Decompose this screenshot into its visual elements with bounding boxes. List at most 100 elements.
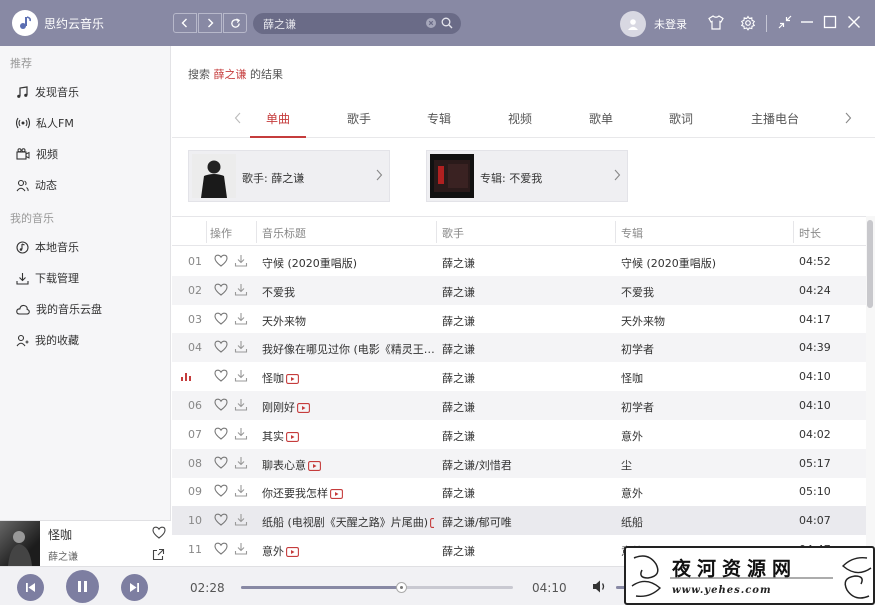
forward-button[interactable]: [198, 13, 222, 33]
like-heart-icon[interactable]: [214, 398, 228, 414]
like-heart-icon[interactable]: [214, 542, 228, 558]
mv-icon[interactable]: [286, 547, 299, 557]
table-row[interactable]: 01 守候 (2020重唱版) 薛之谦 守候 (2020重唱版) 04:52: [172, 247, 866, 276]
header-duration[interactable]: 时长: [799, 225, 821, 241]
now-playing-title[interactable]: 怪咖: [48, 526, 72, 543]
search-input[interactable]: [263, 15, 413, 32]
like-heart-icon[interactable]: [214, 283, 228, 299]
song-artist[interactable]: 薛之谦: [442, 485, 612, 501]
song-artist[interactable]: 薛之谦: [442, 370, 612, 386]
pause-button[interactable]: [66, 570, 99, 603]
song-artist[interactable]: 薛之谦/刘惜君: [442, 457, 612, 473]
song-artist[interactable]: 薛之谦: [442, 399, 612, 415]
song-album[interactable]: 天外来物: [621, 313, 791, 329]
minimize-icon[interactable]: [800, 15, 814, 32]
mv-icon[interactable]: [308, 460, 321, 471]
song-album[interactable]: 尘: [621, 457, 791, 473]
tab-albums[interactable]: 专辑: [409, 110, 469, 127]
download-icon[interactable]: [234, 484, 248, 500]
song-title-cell[interactable]: 天外来物: [262, 313, 434, 329]
mv-icon[interactable]: [330, 489, 343, 500]
tabs-next-chevron-icon[interactable]: [844, 112, 852, 127]
song-artist[interactable]: 薛之谦: [442, 284, 612, 300]
song-title-cell[interactable]: 守候 (2020重唱版): [262, 255, 434, 271]
next-button[interactable]: [121, 574, 148, 601]
sidebar-item-downloads[interactable]: 下载管理: [16, 270, 79, 286]
header-artist[interactable]: 歌手: [442, 225, 464, 241]
tab-artists[interactable]: 歌手: [329, 110, 389, 127]
download-icon[interactable]: [234, 456, 248, 472]
avatar[interactable]: [620, 11, 646, 37]
song-album[interactable]: 意外: [621, 485, 791, 501]
table-row[interactable]: 怪咖 薛之谦 怪咖 04:10: [172, 362, 866, 391]
search-icon[interactable]: [441, 17, 453, 32]
mv-icon[interactable]: [286, 431, 299, 442]
album-card[interactable]: 专辑: 不爱我: [426, 150, 628, 202]
download-icon[interactable]: [234, 312, 248, 328]
clear-search-icon[interactable]: [426, 18, 436, 31]
like-heart-icon[interactable]: [214, 254, 228, 270]
like-heart-icon[interactable]: [214, 312, 228, 328]
sidebar-item-cloud[interactable]: 我的音乐云盘: [16, 301, 102, 317]
mv-icon[interactable]: [286, 374, 299, 385]
table-row[interactable]: 04 我好像在哪见过你 (电影《精灵王… 薛之谦 初学者 04:39: [172, 333, 866, 363]
now-playing-cover[interactable]: [0, 521, 40, 566]
sidebar-item-fm[interactable]: 私人FM: [16, 115, 74, 131]
like-heart-icon[interactable]: [214, 369, 228, 385]
song-title-cell[interactable]: 刚刚好: [262, 399, 434, 415]
header-album[interactable]: 专辑: [621, 225, 643, 241]
tab-songs[interactable]: 单曲: [248, 110, 308, 127]
table-row[interactable]: 06 刚刚好 薛之谦 初学者 04:10: [172, 391, 866, 420]
song-album[interactable]: 意外: [621, 428, 791, 444]
like-heart-icon[interactable]: [152, 526, 166, 542]
song-artist[interactable]: 薛之谦: [442, 543, 612, 559]
sidebar-item-collection[interactable]: 我的收藏: [16, 332, 79, 348]
progress-knob[interactable]: [396, 582, 408, 593]
like-heart-icon[interactable]: [214, 484, 228, 500]
song-artist[interactable]: 薛之谦/郁可唯: [442, 514, 612, 530]
scrollbar[interactable]: [866, 216, 875, 566]
previous-button[interactable]: [17, 574, 44, 601]
sidebar-item-activity[interactable]: 动态: [16, 177, 57, 193]
download-icon[interactable]: [234, 398, 248, 414]
refresh-button[interactable]: [223, 13, 247, 33]
like-heart-icon[interactable]: [214, 456, 228, 472]
song-title-cell[interactable]: 其实: [262, 428, 434, 444]
like-heart-icon[interactable]: [214, 513, 228, 529]
mv-icon[interactable]: [297, 403, 310, 413]
table-row[interactable]: 02 不爱我 薛之谦 不爱我 04:24: [172, 275, 866, 305]
song-artist[interactable]: 薛之谦: [442, 428, 612, 444]
download-icon[interactable]: [234, 513, 248, 529]
mini-mode-icon[interactable]: [778, 15, 792, 32]
song-title-cell[interactable]: 纸船 (电视剧《天醒之路》片尾曲): [262, 514, 434, 530]
song-title-cell[interactable]: 我好像在哪见过你 (电影《精灵王…: [262, 341, 434, 357]
tab-playlists[interactable]: 歌单: [571, 110, 631, 127]
song-title-cell[interactable]: 聊表心意: [262, 457, 434, 473]
tab-lyrics[interactable]: 歌词: [651, 110, 711, 127]
song-album[interactable]: 初学者: [621, 399, 791, 415]
volume-icon[interactable]: [592, 579, 608, 597]
like-heart-icon[interactable]: [214, 427, 228, 443]
song-title-cell[interactable]: 你还要我怎样: [262, 485, 434, 501]
song-album[interactable]: 怪咖: [621, 370, 791, 386]
song-artist[interactable]: 薛之谦: [442, 313, 612, 329]
song-album[interactable]: 纸船: [621, 514, 791, 530]
sidebar-item-video[interactable]: 视频: [16, 146, 58, 162]
header-title[interactable]: 音乐标题: [262, 225, 306, 241]
song-artist[interactable]: 薛之谦: [442, 341, 612, 357]
maximize-icon[interactable]: [823, 15, 837, 32]
sidebar-item-discover[interactable]: 发现音乐: [16, 84, 79, 100]
song-album[interactable]: 守候 (2020重唱版): [621, 255, 791, 271]
tab-videos[interactable]: 视频: [490, 110, 550, 127]
tab-radio[interactable]: 主播电台: [745, 110, 805, 127]
settings-gear-icon[interactable]: [740, 15, 756, 34]
table-row[interactable]: 08 聊表心意 薛之谦/刘惜君尘 05:17: [172, 448, 866, 478]
download-icon[interactable]: [234, 283, 248, 299]
table-row[interactable]: 10 纸船 (电视剧《天醒之路》片尾曲) 薛之谦/郁可唯 纸船 04:07: [172, 506, 866, 536]
song-album[interactable]: 不爱我: [621, 284, 791, 300]
like-heart-icon[interactable]: [214, 340, 228, 356]
song-title-cell[interactable]: 不爱我: [262, 284, 434, 300]
song-artist[interactable]: 薛之谦: [442, 255, 612, 271]
user-login[interactable]: 未登录: [620, 11, 687, 37]
song-album[interactable]: 初学者: [621, 341, 791, 357]
